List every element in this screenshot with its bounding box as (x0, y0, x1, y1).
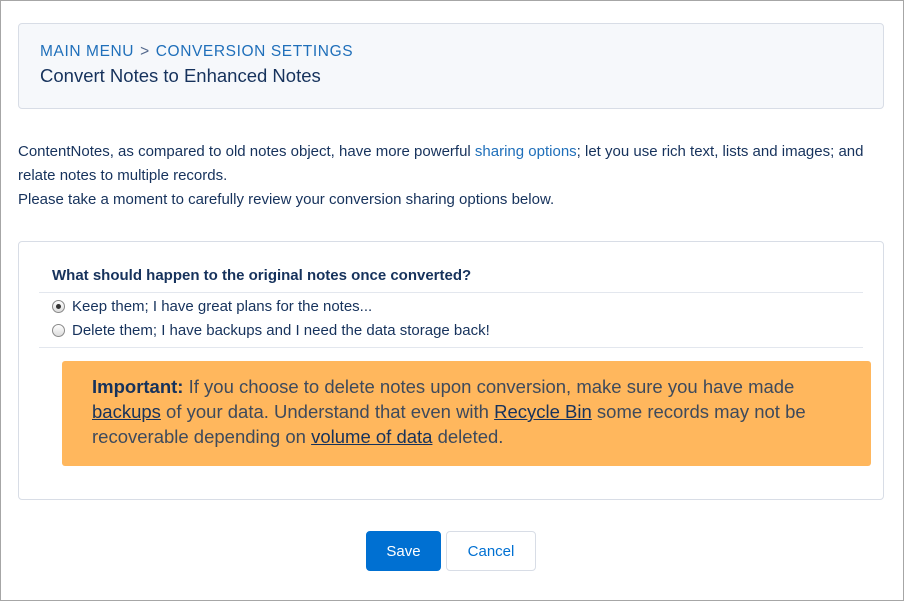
intro-text-start: ContentNotes, as compared to old notes o… (18, 143, 475, 160)
keep-notes-label: Keep them; I have great plans for the no… (72, 298, 373, 315)
breadcrumb-main-menu-link[interactable]: MAIN MENU (40, 43, 134, 60)
divider (39, 292, 863, 293)
keep-notes-radio[interactable] (52, 300, 65, 313)
warning-heading: Important: (92, 376, 184, 397)
options-card: What should happen to the original notes… (18, 241, 884, 500)
recycle-bin-link[interactable]: Recycle Bin (494, 401, 592, 422)
warning-text: of your data. Understand that even with (160, 401, 495, 422)
warning-text: deleted. (432, 426, 504, 447)
delete-notes-label: Delete them; I have backups and I need t… (72, 322, 490, 339)
warning-text: If you choose to delete notes upon conve… (183, 376, 795, 397)
save-button[interactable]: Save (366, 531, 441, 571)
divider (39, 347, 863, 348)
warning-box: Important: If you choose to delete notes… (62, 361, 871, 466)
keep-notes-option[interactable]: Keep them; I have great plans for the no… (52, 298, 372, 315)
cancel-button[interactable]: Cancel (446, 531, 536, 571)
delete-notes-option[interactable]: Delete them; I have backups and I need t… (52, 322, 490, 339)
breadcrumb-separator: > (140, 43, 150, 60)
page-title: Convert Notes to Enhanced Notes (40, 65, 321, 86)
sharing-options-link[interactable]: sharing options (475, 143, 577, 160)
question-label: What should happen to the original notes… (52, 267, 472, 284)
backups-link[interactable]: backups (92, 401, 161, 422)
breadcrumb-conversion-settings-link[interactable]: CONVERSION SETTINGS (156, 43, 353, 60)
intro-text: ContentNotes, as compared to old notes o… (18, 140, 888, 212)
page-header: MAIN MENU > CONVERSION SETTINGS Convert No… (18, 23, 884, 109)
breadcrumb: MAIN MENU > CONVERSION SETTINGS (40, 43, 353, 61)
intro-review-text: Please take a moment to carefully review… (18, 191, 555, 208)
delete-notes-radio[interactable] (52, 324, 65, 337)
volume-of-data-link[interactable]: volume of data (311, 426, 432, 447)
